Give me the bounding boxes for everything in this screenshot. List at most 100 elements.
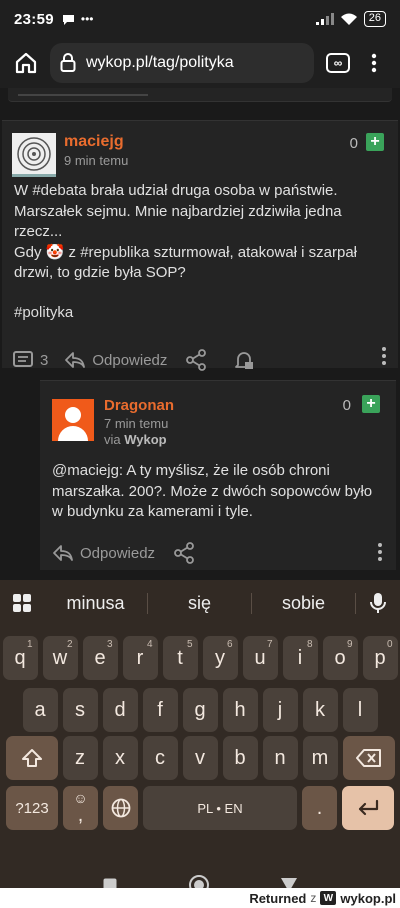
previous-post-edge (8, 88, 392, 102)
letter-key[interactable]: f (142, 688, 178, 732)
letter-key[interactable]: l (342, 688, 378, 732)
clown-emoji: 🤡 (45, 243, 65, 261)
avatar[interactable] (52, 399, 94, 441)
enter-key[interactable] (342, 786, 394, 830)
backspace-key[interactable] (342, 736, 395, 780)
reply-comment: Dragonan 7 min temu via Wykop 0 + @macie… (40, 380, 396, 570)
reply-button[interactable]: Odpowiedz (52, 544, 155, 562)
letter-key[interactable]: b (222, 736, 258, 780)
globe-icon (111, 798, 130, 818)
upvote-button[interactable]: + (366, 133, 384, 151)
site-name: wykop.pl (340, 890, 396, 906)
letter-key[interactable]: h (222, 688, 258, 732)
reply-button[interactable]: Odpowiedz (64, 351, 167, 369)
key-number-hint: 9 (346, 639, 353, 650)
chat-bubble-icon (62, 14, 74, 25)
notify-button[interactable] (233, 349, 255, 371)
avatar[interactable] (12, 133, 56, 177)
letter-key[interactable]: m (302, 736, 338, 780)
hashtag-link[interactable]: #polityka (14, 304, 73, 321)
post-more-button[interactable] (382, 347, 386, 365)
letter-key[interactable]: 7u (242, 636, 278, 680)
key-number-hint: 1 (26, 639, 33, 650)
on-screen-keyboard: minusa się sobie 1q2w3e4r5t6y7u8i9o0p as… (0, 580, 400, 908)
letter-key[interactable]: 2w (42, 636, 78, 680)
browser-menu-button[interactable] (356, 45, 392, 81)
reply-body: @maciejg: A ty myślisz, że ile osób chro… (52, 462, 373, 520)
home-icon (15, 52, 37, 74)
symbols-key[interactable]: ?123 (6, 786, 58, 830)
comma-emoji-key[interactable]: ☺ , (63, 786, 98, 830)
watermark-footer: Returned z W wykop.pl (0, 888, 400, 908)
letter-key[interactable]: a (22, 688, 58, 732)
hashtag-link[interactable]: #republika (80, 244, 149, 261)
more-vert-icon (382, 347, 386, 365)
more-notifications-icon: ••• (80, 12, 94, 26)
letter-key[interactable]: g (182, 688, 218, 732)
reply-arrow-icon (53, 545, 73, 561)
lock-icon (60, 53, 76, 72)
letter-key[interactable]: c (142, 736, 178, 780)
letter-key[interactable]: 9o (322, 636, 358, 680)
letter-key[interactable]: 3e (82, 636, 118, 680)
letter-key[interactable]: k (302, 688, 338, 732)
space-key[interactable]: PL • EN (143, 786, 297, 830)
suggestion[interactable]: sobie (252, 592, 356, 614)
mention-link[interactable]: @maciejg (52, 462, 119, 479)
letter-key[interactable]: j (262, 688, 298, 732)
post: maciejg 9 min temu 0 + W #debata brała u… (2, 120, 398, 371)
incognito-tabs-button[interactable]: ∞ (320, 45, 356, 81)
key-number-hint: 3 (106, 639, 113, 650)
suggestion[interactable]: się (148, 592, 252, 614)
share-button[interactable] (185, 349, 207, 371)
period-key[interactable]: . (302, 786, 337, 830)
language-key[interactable] (103, 786, 138, 830)
key-label: p (374, 646, 386, 669)
letter-key[interactable]: n (262, 736, 298, 780)
letter-key[interactable]: x (102, 736, 138, 780)
hashtag-link[interactable]: #debata (32, 182, 86, 199)
returned-label: Returned (249, 890, 307, 906)
letter-key[interactable]: 5t (162, 636, 198, 680)
backspace-icon (355, 749, 381, 767)
letter-key[interactable]: v (182, 736, 218, 780)
microphone-icon (370, 593, 386, 613)
key-row: ?123 ☺ , PL • EN . (0, 786, 400, 830)
reply-actions: Odpowiedz (52, 542, 195, 564)
shift-key[interactable] (5, 736, 58, 780)
letter-key[interactable]: z (62, 736, 98, 780)
voice-input-button[interactable] (356, 592, 400, 614)
default-avatar-icon (58, 407, 88, 441)
letter-key[interactable]: s (62, 688, 98, 732)
key-label: r (136, 646, 144, 669)
reply-arrow-icon (65, 352, 86, 368)
apps-grid-button[interactable] (0, 593, 44, 613)
key-number-hint: 0 (386, 639, 393, 650)
avatar-pattern-icon (17, 136, 51, 171)
key-number-hint: 7 (266, 639, 273, 650)
reply-author[interactable]: Dragonan (104, 397, 174, 414)
letter-key[interactable]: 6y (202, 636, 238, 680)
address-bar[interactable]: wykop.pl/tag/polityka (50, 43, 314, 83)
share-button[interactable] (173, 542, 195, 564)
grid-icon (13, 594, 31, 612)
letter-key[interactable]: 1q (2, 636, 38, 680)
suggestion[interactable]: minusa (44, 592, 148, 614)
letter-key[interactable]: d (102, 688, 138, 732)
reply-more-button[interactable] (378, 543, 382, 561)
letter-key[interactable]: 0p (362, 636, 398, 680)
post-body: W #debata brała udział druga osoba w pań… (14, 182, 358, 281)
key-label: o (334, 646, 346, 669)
home-button[interactable] (8, 45, 44, 81)
letter-key[interactable]: 8i (282, 636, 318, 680)
key-label: i (297, 646, 303, 669)
key-number-hint: 2 (66, 639, 73, 650)
post-time: 9 min temu (64, 153, 129, 168)
letter-key[interactable]: 4r (122, 636, 158, 680)
reply-time: 7 min temu (104, 416, 169, 431)
comments-button[interactable]: 3 (12, 350, 48, 370)
comment-count: 3 (40, 351, 49, 369)
key-label: e (94, 646, 106, 669)
post-author[interactable]: maciejg (64, 133, 124, 151)
upvote-button[interactable]: + (362, 395, 380, 413)
